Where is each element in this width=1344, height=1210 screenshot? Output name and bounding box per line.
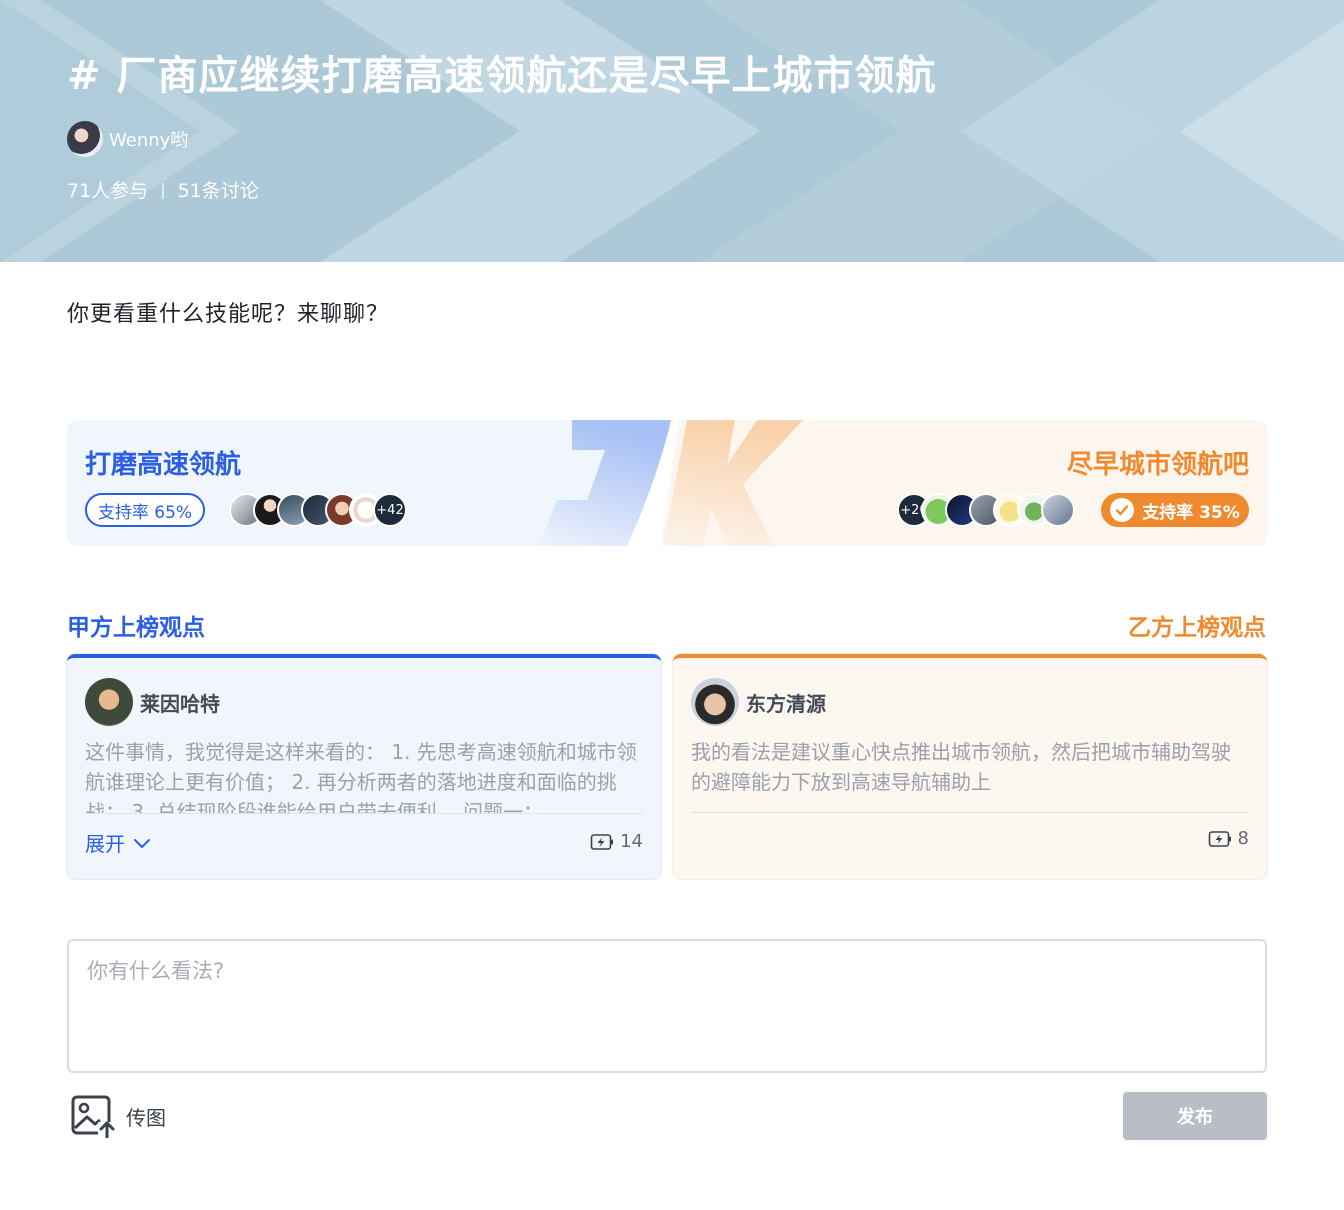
pk-background (67, 420, 1267, 546)
charge-count[interactable]: 8 (1208, 828, 1249, 849)
upload-label: 传图 (126, 1105, 166, 1130)
check-icon (1110, 498, 1135, 522)
pk-right-support-rate[interactable]: 支持率 35% (1101, 493, 1249, 527)
pk-left-title[interactable]: 打磨高速领航 (85, 444, 241, 481)
pk-right-supporters[interactable]: +20 (897, 493, 1075, 527)
upload-image-button[interactable]: 传图 (70, 1094, 166, 1138)
viewpoint-text: 我的看法是建议重心快点推出城市领航，然后把城市辅助驾驶的避障能力下放到高速导航辅… (691, 740, 1231, 794)
comment-input-box[interactable] (67, 939, 1267, 1073)
discussions-count: 51条讨论 (177, 180, 259, 202)
pk-left-support-rate[interactable]: 支持率 65% (85, 493, 205, 527)
right-viewpoints-heading: 乙方上榜观点 (1128, 615, 1266, 641)
topic-description: 你更看重什么技能呢？来聊聊？ (67, 302, 390, 327)
author-name[interactable]: Wenny哟 (109, 126, 188, 152)
comment-input[interactable] (69, 941, 1265, 1071)
viewpoint-text: 这件事情，我觉得是这样来看的： 1. 先思考高速领航和城市领航谁理论上更有价值；… (85, 740, 637, 813)
publish-button[interactable]: 发布 (1123, 1092, 1267, 1140)
charge-count[interactable]: 14 (590, 831, 643, 852)
supporter-avatar (1041, 493, 1075, 527)
pk-panel: 打磨高速领航 支持率 65% +42 尽早城市领航吧 +20 支持率 35% (67, 420, 1267, 546)
topic-banner: # 厂商应继续打磨高速领航还是尽早上城市领航 Wenny哟 71人参与 | 51… (0, 0, 1344, 262)
right-viewpoint-card[interactable]: 东方清源 我的看法是建议重心快点推出城市领航，然后把城市辅助驾驶的避障能力下放到… (673, 654, 1267, 879)
card-user[interactable]: 东方清源 (691, 678, 826, 726)
topic-title: # 厂商应继续打磨高速领航还是尽早上城市领航 (67, 53, 937, 99)
topic-author[interactable]: Wenny哟 (67, 121, 188, 157)
expand-label: 展开 (85, 832, 125, 856)
pk-right-rate-label: 支持率 35% (1142, 502, 1240, 523)
left-viewpoints-heading: 甲方上榜观点 (67, 615, 205, 641)
charge-count-value: 8 (1237, 828, 1249, 849)
chevron-down-icon (134, 838, 150, 848)
user-name[interactable]: 东方清源 (746, 688, 826, 717)
expand-button[interactable]: 展开 (85, 828, 151, 857)
author-avatar[interactable] (67, 121, 103, 157)
pk-left-supporters[interactable]: +42 (229, 493, 407, 527)
topic-stats: 71人参与 | 51条讨论 (67, 176, 259, 203)
battery-charge-icon (590, 833, 614, 850)
card-divider (85, 813, 643, 814)
participants-count: 71人参与 (67, 180, 149, 202)
supporters-more-count[interactable]: +42 (373, 493, 407, 527)
image-upload-icon (71, 1095, 116, 1138)
user-name[interactable]: 莱因哈特 (140, 688, 220, 717)
user-avatar[interactable] (85, 678, 133, 726)
charge-count-value: 14 (620, 831, 643, 852)
stats-separator: | (160, 180, 166, 199)
banner-background (0, 0, 1344, 262)
card-divider (691, 812, 1249, 813)
battery-charge-icon (1208, 830, 1231, 847)
pk-right-title[interactable]: 尽早城市领航吧 (1067, 444, 1249, 481)
user-avatar[interactable] (691, 678, 739, 726)
left-viewpoint-card[interactable]: 莱因哈特 这件事情，我觉得是这样来看的： 1. 先思考高速领航和城市领航谁理论上… (67, 654, 661, 879)
card-user[interactable]: 莱因哈特 (85, 678, 220, 726)
